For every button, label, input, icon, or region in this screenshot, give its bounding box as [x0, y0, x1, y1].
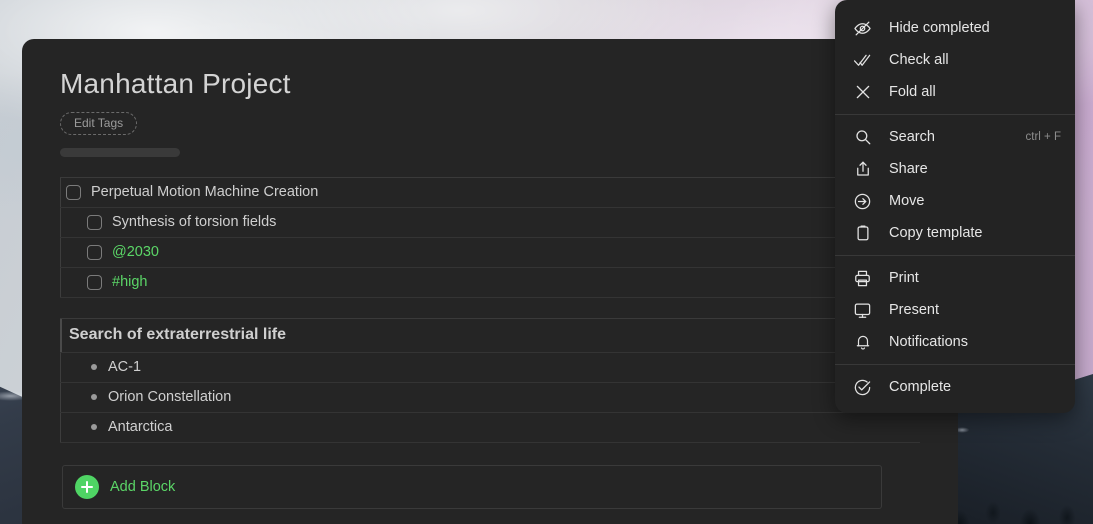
menu-item-label: Hide completed — [889, 20, 990, 36]
checklist-block: Perpetual Motion Machine Creation Synthe… — [60, 176, 920, 298]
printer-icon — [852, 268, 873, 289]
row-rail — [60, 237, 61, 267]
task-label: #high — [112, 274, 148, 291]
menu-item-share[interactable]: Share — [835, 153, 1075, 185]
search-icon — [852, 127, 873, 148]
context-menu-group: Hide completed Check all Fold all — [835, 6, 1075, 114]
monitor-icon — [852, 300, 873, 321]
table-row[interactable]: #high — [60, 267, 920, 298]
list-item-label: Orion Constellation — [108, 389, 232, 406]
close-x-icon — [852, 82, 873, 103]
menu-item-label: Present — [889, 302, 939, 318]
row-rail — [60, 382, 61, 412]
row-rail — [60, 412, 61, 442]
menu-item-print[interactable]: Print — [835, 262, 1075, 294]
context-menu-group: Search ctrl + F Share Move Copy template — [835, 114, 1075, 255]
table-row[interactable]: Synthesis of torsion fields — [60, 207, 920, 238]
document-card: Manhattan Project Edit Tags Perpetual Mo… — [22, 39, 958, 524]
section-title: Search of extraterrestrial life — [69, 326, 286, 344]
eye-off-icon — [852, 18, 873, 39]
task-label: @2030 — [112, 244, 159, 261]
clipboard-icon — [852, 223, 873, 244]
menu-item-present[interactable]: Present — [835, 294, 1075, 326]
table-row[interactable]: Perpetual Motion Machine Creation — [60, 177, 920, 208]
row-rail — [60, 352, 61, 382]
menu-item-notifications[interactable]: Notifications — [835, 326, 1075, 358]
bulleted-block: Search of extraterrestrial life AC-1 Ori… — [60, 317, 920, 443]
menu-item-label: Copy template — [889, 225, 983, 241]
task-label: Perpetual Motion Machine Creation — [91, 184, 319, 201]
context-menu-group: Print Present Notifications — [835, 255, 1075, 364]
menu-item-label: Print — [889, 270, 919, 286]
menu-item-fold-all[interactable]: Fold all — [835, 76, 1075, 108]
menu-item-label: Search — [889, 129, 935, 145]
row-rail — [60, 318, 62, 352]
add-block-button[interactable]: Add Block — [62, 464, 882, 509]
task-checkbox[interactable] — [87, 244, 102, 260]
check-circle-icon — [852, 377, 873, 398]
context-menu-group: Complete — [835, 364, 1075, 409]
menu-item-hide-completed[interactable]: Hide completed — [835, 12, 1075, 44]
share-icon — [852, 159, 873, 180]
menu-item-move[interactable]: Move — [835, 185, 1075, 217]
bell-icon — [852, 332, 873, 353]
menu-item-label: Notifications — [889, 334, 968, 350]
list-item-label: AC-1 — [108, 359, 142, 376]
menu-item-copy-template[interactable]: Copy template — [835, 217, 1075, 249]
task-checkbox[interactable] — [87, 274, 102, 290]
row-rail — [60, 207, 61, 237]
edit-tags-button[interactable]: Edit Tags — [60, 111, 138, 135]
table-row[interactable]: @2030 — [60, 237, 920, 268]
task-label: Synthesis of torsion fields — [112, 214, 277, 231]
menu-item-label: Check all — [889, 52, 949, 68]
bullet-icon — [91, 364, 97, 371]
menu-item-label: Share — [889, 161, 928, 177]
list-item-label: Antarctica — [108, 419, 173, 436]
move-arrow-icon — [852, 191, 873, 212]
list-item[interactable]: Orion Constellation — [60, 382, 920, 413]
menu-item-check-all[interactable]: Check all — [835, 44, 1075, 76]
menu-item-label: Move — [889, 193, 925, 209]
menu-item-shortcut: ctrl + F — [1025, 131, 1061, 143]
double-check-icon — [852, 50, 873, 71]
bullet-icon — [91, 424, 97, 431]
bullet-icon — [91, 394, 97, 401]
menu-item-label: Complete — [889, 379, 952, 395]
menu-item-label: Fold all — [889, 84, 936, 100]
desktop-wallpaper: Manhattan Project Edit Tags Perpetual Mo… — [0, 0, 1093, 524]
menu-item-search[interactable]: Search ctrl + F — [835, 121, 1075, 153]
page-title: Manhattan Project — [60, 68, 291, 99]
row-rail — [60, 267, 61, 297]
plus-icon — [75, 474, 99, 499]
tags-row: Edit Tags — [60, 111, 920, 135]
context-menu: Hide completed Check all Fold all Search… — [835, 0, 1075, 413]
description-placeholder-bar[interactable] — [60, 147, 180, 157]
row-rail — [60, 177, 61, 207]
section-header[interactable]: Search of extraterrestrial life — [60, 318, 920, 353]
task-checkbox[interactable] — [87, 214, 102, 230]
list-item[interactable]: AC-1 — [60, 352, 920, 383]
menu-item-complete[interactable]: Complete — [835, 371, 1075, 403]
list-item[interactable]: Antarctica — [60, 412, 920, 443]
task-checkbox[interactable] — [66, 184, 81, 200]
add-block-label: Add Block — [110, 478, 176, 495]
